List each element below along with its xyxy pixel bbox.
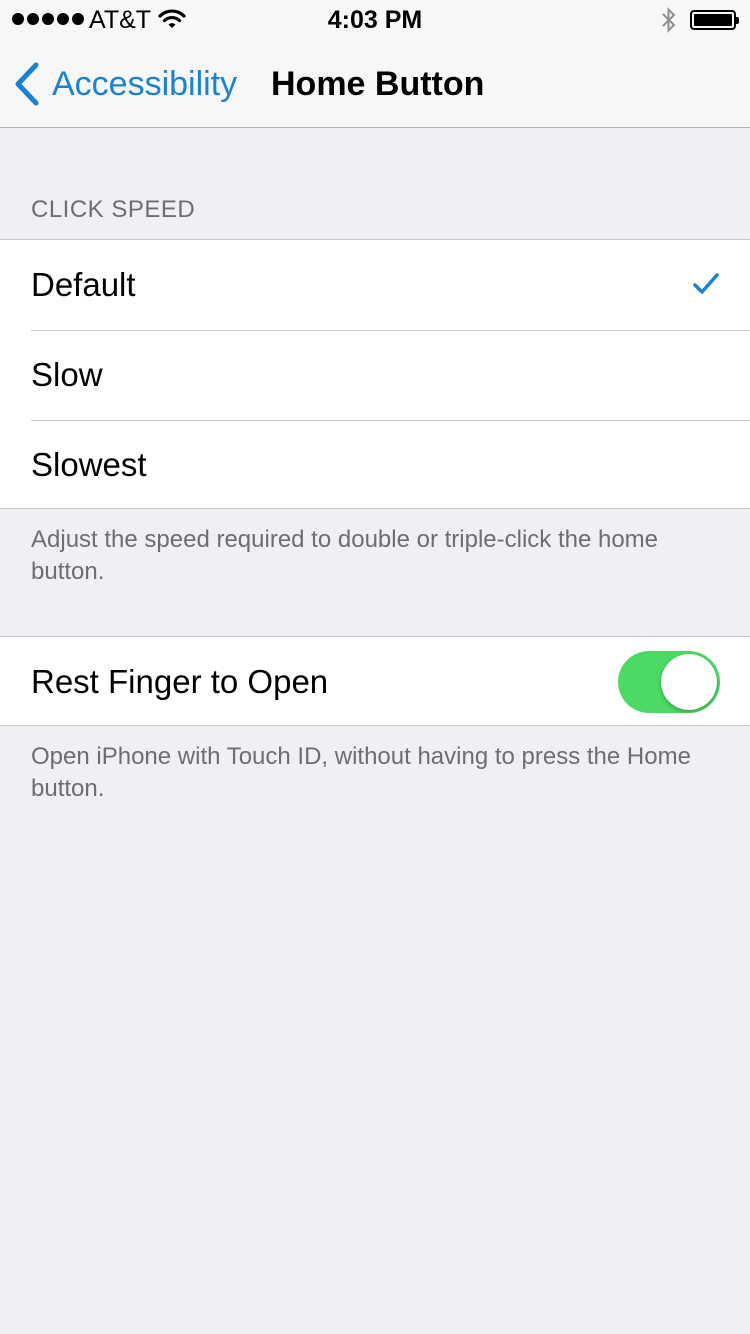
speed-option-slow[interactable]: Slow [0,330,750,420]
list-item-label: Slow [31,356,103,393]
checkmark-icon [692,272,720,301]
rest-finger-group: Rest Finger to Open [0,636,750,726]
navigation-bar: Accessibility Home Button [0,40,750,128]
click-speed-description: Adjust the speed required to double or t… [31,526,659,585]
rest-finger-description: Open iPhone with Touch ID, without havin… [31,743,691,802]
click-speed-list: Default Slow Slowest [0,239,750,509]
back-button-label: Accessibility [52,65,238,103]
battery-icon [690,10,739,30]
speed-option-default[interactable]: Default [0,240,750,330]
rest-finger-label: Rest Finger to Open [31,663,329,700]
list-item-label: Slowest [31,446,147,483]
chevron-left-icon [14,62,40,106]
status-time: 4:03 PM [327,6,423,34]
speed-option-slowest[interactable]: Slowest [0,420,750,510]
rest-finger-toggle[interactable] [618,651,720,713]
bluetooth-icon [659,6,679,39]
back-button[interactable]: Accessibility [14,62,237,106]
status-bar: AT&T 4:03 PM [0,0,750,40]
page-title: Home Button [271,65,485,103]
rest-finger-row: Rest Finger to Open [0,637,750,727]
toggle-knob [661,654,717,710]
list-item-label: Default [31,266,136,303]
section-header-click-speed: CLICK SPEED [31,196,196,223]
